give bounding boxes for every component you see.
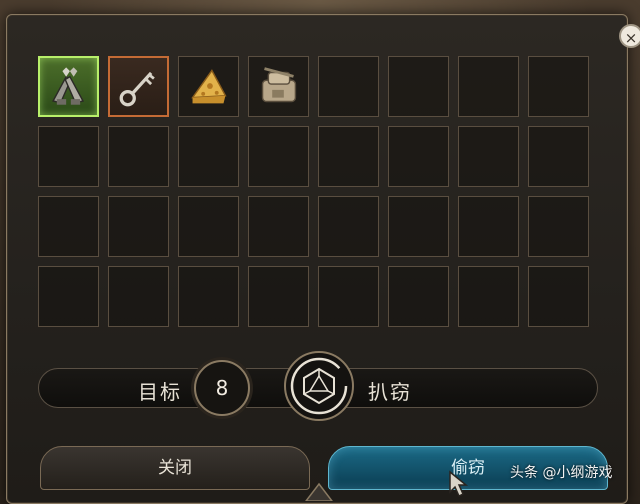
inventory-slot[interactable] (178, 266, 239, 327)
inventory-slot[interactable] (248, 126, 309, 187)
inventory-slot[interactable] (528, 56, 589, 117)
inventory-slot[interactable] (388, 126, 449, 187)
inventory-slot[interactable] (388, 266, 449, 327)
difficulty-value: 8 (215, 376, 229, 400)
inventory-slot[interactable] (38, 126, 99, 187)
inventory-slot[interactable] (248, 196, 309, 257)
inventory-slot-gloves[interactable] (38, 56, 99, 117)
key-icon (119, 71, 155, 107)
inventory-grid (38, 56, 589, 327)
inventory-slot[interactable] (108, 266, 169, 327)
inventory-slot[interactable] (178, 196, 239, 257)
inventory-slot[interactable] (318, 56, 379, 117)
close-button[interactable]: 关闭 (40, 446, 310, 490)
inventory-slot[interactable] (318, 126, 379, 187)
close-panel-button[interactable]: × (619, 24, 640, 48)
inventory-slot[interactable] (388, 196, 449, 257)
hand-cursor-icon (449, 470, 469, 498)
inventory-slot[interactable] (318, 196, 379, 257)
difficulty-label: 目标 (138, 380, 182, 404)
inventory-slot[interactable] (458, 126, 519, 187)
inventory-slot[interactable] (528, 196, 589, 257)
watermark: 头条 @小纲游戏 (510, 465, 613, 481)
gloves-icon (52, 67, 85, 105)
inventory-slot[interactable] (458, 56, 519, 117)
close-icon: × (624, 29, 638, 47)
inventory-slot[interactable] (528, 126, 589, 187)
difficulty-badge: 8 (194, 360, 250, 416)
inventory-slot[interactable] (38, 266, 99, 327)
inventory-slot[interactable] (108, 126, 169, 187)
ornament-icon (305, 482, 333, 501)
inventory-slot[interactable] (38, 196, 99, 257)
inventory-slot[interactable] (108, 196, 169, 257)
inventory-slot[interactable] (318, 266, 379, 327)
inventory-slot[interactable] (458, 266, 519, 327)
inventory-slot[interactable] (388, 56, 449, 117)
inventory-slot-cheese[interactable] (178, 56, 239, 117)
skill-name-label: 扒窃 (368, 380, 412, 404)
inventory-slot[interactable] (248, 266, 309, 327)
inventory-slot[interactable] (458, 196, 519, 257)
pack-icon (261, 67, 297, 103)
inventory-slot-key[interactable] (108, 56, 169, 117)
inventory-slot[interactable] (528, 266, 589, 327)
cheese-icon (191, 69, 227, 104)
inventory-slot[interactable] (178, 126, 239, 187)
inventory-slot-bag[interactable] (248, 56, 309, 117)
d20-icon (284, 351, 354, 421)
